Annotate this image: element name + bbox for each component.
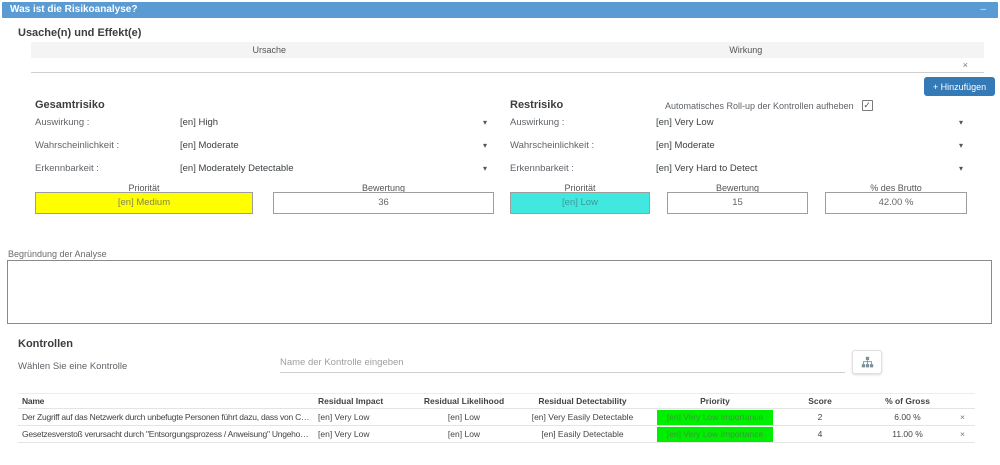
add-button[interactable]: + Hinzufügen [924,77,995,96]
gross-likelihood-field[interactable]: Wahrscheinlichkeit : [en] Moderate ▾ [35,140,487,153]
justification-label: Begründung der Analyse [8,249,107,259]
score-cell: 2 [817,412,823,422]
panel-titlebar[interactable]: Was ist die Risikoanalyse? – [2,2,998,18]
gross-impact-field[interactable]: Auswirkung : [en] High ▾ [35,117,487,130]
score-cell: 4 [817,429,823,439]
gross-likelihood-select[interactable]: [en] Moderate [180,140,239,151]
hierarchy-icon [861,356,873,367]
controls-table-header: Name Residual Impact Residual Likelihood… [18,393,975,409]
gross-percent-box: 42.00 % [825,192,967,214]
control-select-label: Wählen Sie eine Kontrolle [18,361,128,372]
residual-score-box: 15 [667,192,808,214]
residual-risk-heading: Restrisiko [510,99,564,111]
chevron-down-icon[interactable]: ▾ [959,118,963,127]
col-header-residual-impact: Residual Impact [318,396,384,406]
chevron-down-icon[interactable]: ▾ [959,141,963,150]
col-header-name: Name [22,396,45,406]
rollup-checkbox[interactable]: ✓ [861,100,873,111]
residual-impact-cell: [en] Very Low [318,429,370,439]
table-row[interactable]: Gesetzesverstoß verursacht durch "Entsor… [18,426,975,443]
residual-detectability-cell: [en] Very Easily Detectable [531,412,634,422]
control-name-cell: Gesetzesverstoß verursacht durch "Entsor… [22,429,314,439]
delete-row-icon[interactable]: × [950,412,975,422]
col-header-priority: Priority [700,396,730,406]
residual-impact-select[interactable]: [en] Very Low [656,117,714,128]
residual-likelihood-cell: [en] Low [447,429,481,439]
residual-detectability-cell: [en] Easily Detectable [541,429,624,439]
chevron-down-icon[interactable]: ▾ [959,164,963,173]
col-header-percent-of-gross: % of Gross [885,396,930,406]
col-header-residual-detectability: Residual Detectability [538,396,627,406]
residual-likelihood-cell: [en] Low [447,412,481,422]
gross-score-box: 36 [273,192,494,214]
percent-of-gross-cell: 11.00 % [892,429,923,439]
priority-badge: [en] Very Low Importance [657,426,773,442]
residual-detectability-select[interactable]: [en] Very Hard to Detect [656,163,757,174]
residual-detectability-label: Erkennbarkeit : [510,163,574,174]
gross-priority-box: [en] Medium [35,192,253,214]
delete-row-icon[interactable]: × [950,429,975,439]
gross-risk-heading: Gesamtrisiko [35,99,105,111]
residual-likelihood-field[interactable]: Wahrscheinlichkeit : [en] Moderate ▾ [510,140,963,153]
residual-impact-cell: [en] Very Low [318,412,370,422]
residual-priority-box: [en] Low [510,192,650,214]
col-header-residual-likelihood: Residual Likelihood [423,396,505,406]
cause-effect-table-header: Ursache Wirkung [31,42,984,58]
delete-row-icon[interactable]: × [963,60,968,70]
controls-heading: Kontrollen [18,338,73,350]
rollup-override-label: Automatisches Roll-up der Kontrollen auf… [665,100,854,111]
gross-impact-label: Auswirkung : [35,117,90,128]
priority-badge: [en] Very Low Importance [657,409,773,425]
cause-effect-heading: Usache(n) und Effekt(e) [18,27,142,39]
justification-textarea[interactable] [7,260,992,324]
chevron-down-icon[interactable]: ▾ [483,141,487,150]
gross-impact-select[interactable]: [en] High [180,117,218,128]
controls-table: Name Residual Impact Residual Likelihood… [18,393,975,443]
gross-detectability-select[interactable]: [en] Moderately Detectable [180,163,294,174]
percent-of-gross-cell: 6.00 % [894,412,921,422]
cause-effect-row[interactable]: × [31,58,984,73]
residual-likelihood-label: Wahrscheinlichkeit : [510,140,595,151]
residual-likelihood-select[interactable]: [en] Moderate [656,140,715,151]
residual-impact-label: Auswirkung : [510,117,565,128]
column-header-wirkung: Wirkung [729,45,763,55]
chevron-down-icon[interactable]: ▾ [483,164,487,173]
table-row[interactable]: Der Zugriff auf das Netzwerk durch unbef… [18,409,975,426]
gross-detectability-field[interactable]: Erkennbarkeit : [en] Moderately Detectab… [35,163,487,176]
control-name-cell: Der Zugriff auf das Netzwerk durch unbef… [22,412,314,422]
residual-impact-field[interactable]: Auswirkung : [en] Very Low ▾ [510,117,963,130]
minimize-icon[interactable]: – [980,2,986,18]
gross-likelihood-label: Wahrscheinlichkeit : [35,140,120,151]
column-header-ursache: Ursache [252,45,286,55]
col-header-score: Score [808,396,832,406]
residual-detectability-field[interactable]: Erkennbarkeit : [en] Very Hard to Detect… [510,163,963,176]
gross-detectability-label: Erkennbarkeit : [35,163,99,174]
panel-title: Was ist die Risikoanalyse? [10,4,138,15]
control-name-input[interactable] [280,353,845,373]
chevron-down-icon[interactable]: ▾ [483,118,487,127]
rollup-override-control[interactable]: Automatisches Roll-up der Kontrollen auf… [665,100,873,111]
hierarchy-button[interactable] [852,350,882,374]
